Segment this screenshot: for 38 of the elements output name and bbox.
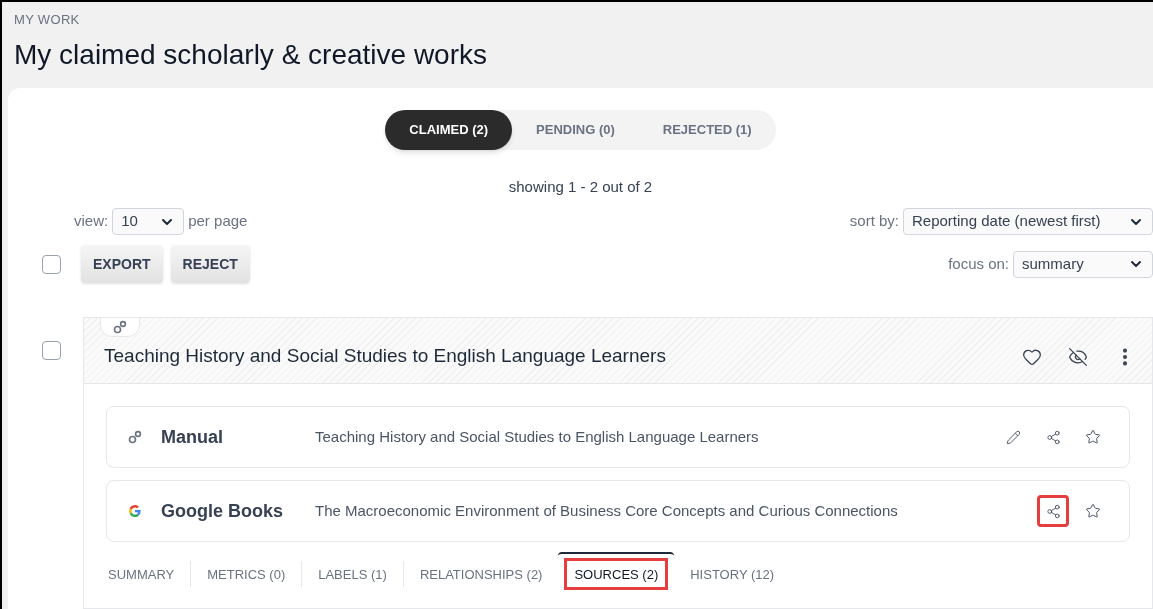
- star-icon: [1085, 429, 1101, 445]
- work-tab[interactable]: HISTORY (12): [674, 552, 791, 596]
- work-tab[interactable]: RELATIONSHIPS (2): [403, 552, 559, 596]
- sort-select[interactable]: Reporting date (newest first): [903, 208, 1153, 235]
- status-tab[interactable]: PENDING (0): [512, 109, 639, 150]
- google-logo-icon: [128, 504, 142, 518]
- source-title: The Macroeconomic Environment of Business Core Concepts and Curious Connections: [315, 500, 899, 521]
- work-tab[interactable]: SOURCES (2): [558, 552, 675, 596]
- source-name: Google Books: [161, 499, 284, 523]
- hide-icon[interactable]: [1068, 346, 1088, 367]
- source-title: Teaching History and Social Studies to English Language Learners: [315, 426, 760, 447]
- share-icon: [1045, 503, 1061, 519]
- page-title: My claimed scholarly & creative works: [14, 37, 489, 72]
- bulk-action-button[interactable]: EXPORT: [81, 245, 163, 283]
- source-name: Manual: [161, 425, 224, 449]
- page-size-select[interactable]: 10: [112, 208, 185, 235]
- per-page-label: per page: [188, 211, 248, 232]
- work-tab[interactable]: METRICS (0): [191, 552, 302, 596]
- gears-icon: [113, 320, 127, 334]
- work-checkbox[interactable]: [42, 341, 61, 360]
- bulk-action-button[interactable]: REJECT: [170, 245, 250, 283]
- share-button[interactable]: [1037, 495, 1069, 527]
- status-tab[interactable]: CLAIMED (2): [385, 109, 513, 150]
- focus-label: focus on:: [948, 253, 1009, 274]
- view-label: view:: [74, 211, 109, 232]
- share-icon: [1045, 429, 1061, 445]
- work-tab[interactable]: LABELS (1): [302, 552, 403, 596]
- select-all-checkbox[interactable]: [42, 254, 61, 274]
- star-icon: [1085, 503, 1101, 519]
- sort-label: sort by:: [849, 211, 899, 232]
- work-title: Teaching History and Social Studies to English Language Learners: [104, 344, 666, 369]
- pencil-icon: [1005, 429, 1021, 445]
- gears-icon: [128, 430, 142, 444]
- status-tab[interactable]: REJECTED (1): [638, 109, 776, 150]
- work-tab[interactable]: SUMMARY: [92, 552, 191, 596]
- results-count: showing 1 - 2 out of 2: [508, 176, 653, 197]
- focus-select[interactable]: summary: [1013, 250, 1153, 278]
- breadcrumb: MY WORK: [14, 11, 81, 29]
